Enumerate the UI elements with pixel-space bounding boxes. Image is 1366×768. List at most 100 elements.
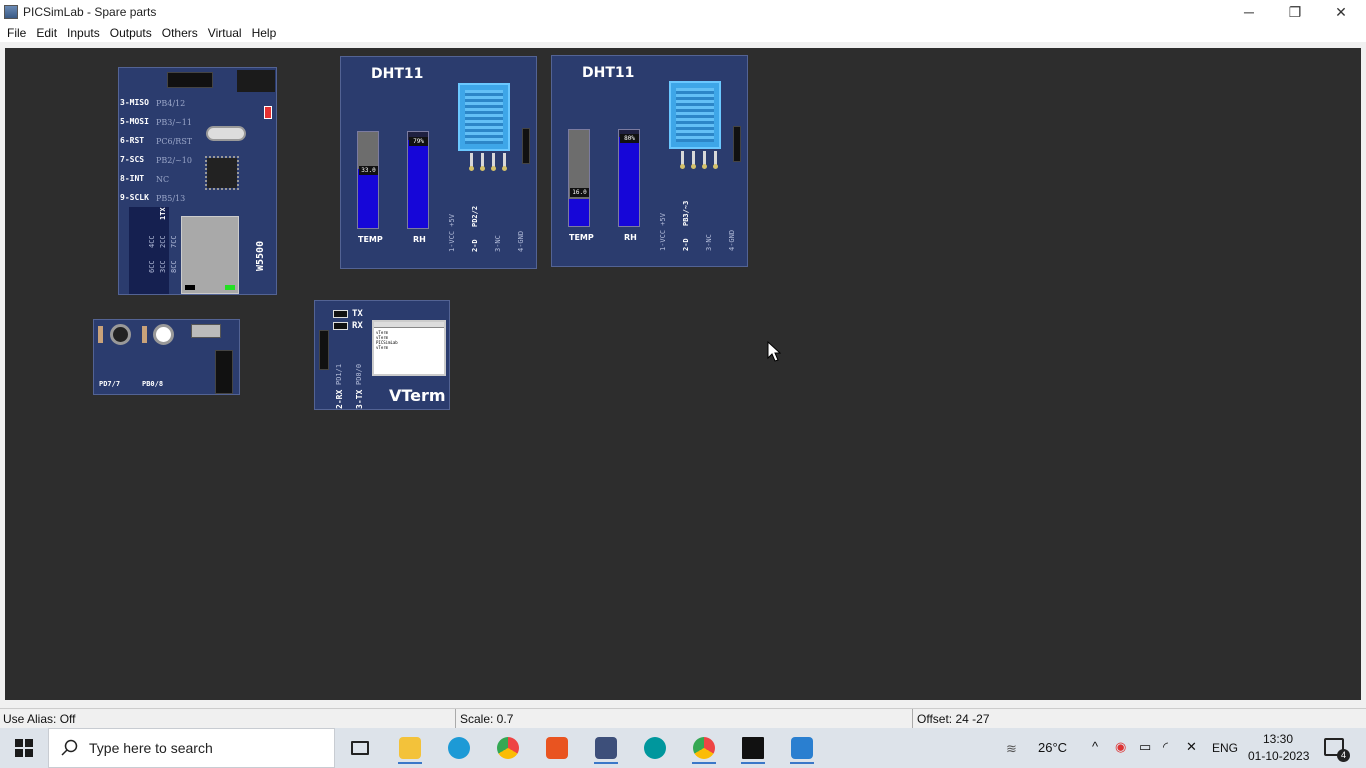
header-connector [167,72,213,88]
button-label: PB0/8 [142,380,164,388]
speaker-muted-icon[interactable]: ✕ [1186,739,1197,755]
menu-help[interactable]: Help [247,26,282,40]
menu-edit[interactable]: Edit [31,26,62,40]
wifi-icon[interactable]: ◜ [1163,739,1168,755]
chevron-up-icon[interactable]: ^ [1092,739,1098,754]
picsimlab-button[interactable] [590,732,622,764]
jack-led [185,285,195,290]
menu-outputs[interactable]: Outputs [105,26,157,40]
rh-value: 80% [620,134,639,143]
rh-slider[interactable]: 80% [618,129,640,227]
pin-header-side [129,207,169,294]
pin-data-port: PD2/2 [471,205,479,227]
start-button[interactable] [8,732,40,764]
pin-header [522,128,530,164]
clock-time[interactable]: 13:30 [1263,732,1293,746]
side-pin: 4CC [148,235,156,248]
picsimlab-icon [595,737,617,759]
w5500-pin-sub: PB3/~11 [156,118,192,127]
vterm-part[interactable]: TX RX vTerm vTerm PICSimLab vTerm 2-RX P… [314,300,450,410]
menu-file[interactable]: File [2,26,31,40]
rx-pin: 2-RX [335,389,344,409]
screen-line: vTerm [376,345,389,350]
pin-vcc: 1-VCC +5V [448,214,456,252]
battery-icon[interactable]: ▭ [1139,739,1151,755]
pin-nc: 3-NC [705,234,713,251]
pin-data: 2-D [471,239,479,252]
led-indicator [264,106,272,119]
language-indicator[interactable]: ENG [1212,741,1238,755]
side-pin: 1TX [159,207,167,220]
windows-icon [15,739,33,757]
sensor-pins [679,151,723,169]
status-scale: Scale: 0.7 [460,712,514,726]
side-pin: 8CC [170,260,178,273]
jack-led [225,285,235,290]
terminal-button[interactable] [737,732,769,764]
tx-label: TX [352,309,363,319]
w5500-name: W5500 [255,240,266,271]
dht11-part[interactable]: DHT11 16.0 TEMP 80% RH 1-VCC +5V 2-D PB3… [551,55,748,267]
temp-label: TEMP [569,233,594,242]
button-pd7[interactable] [110,324,131,345]
app-icon [4,5,18,19]
w5500-pin-label: 7-SCS [120,155,145,164]
rh-label: RH [413,235,426,244]
pin-nc: 3-NC [494,235,502,252]
rx-pin-sub: PD1/1 [335,363,343,385]
task-view-button[interactable] [344,732,376,764]
button-pb0[interactable] [153,324,174,345]
tx-led [333,310,348,318]
rx-led [333,322,348,330]
pin-header [733,126,741,162]
ubuntu-button[interactable] [541,732,573,764]
status-bar: Use Alias: Off Scale: 0.7 Offset: 24 -27 [0,708,1366,729]
switch-toggle[interactable] [191,324,221,338]
parts-workspace[interactable]: 3-MISO PB4/12 5-MOSI PB3/~11 6-RST PC6/R… [5,48,1361,700]
menu-inputs[interactable]: Inputs [62,26,105,40]
push-buttons-part[interactable]: PD7/7 PB0/8 [93,319,240,395]
clock-date[interactable]: 01-10-2023 [1248,749,1309,763]
resistor [142,326,147,343]
taskbar-search[interactable]: Type here to search [48,728,335,768]
weather-temp[interactable]: 26°C [1038,740,1067,755]
terminal-screen: vTerm vTerm PICSimLab vTerm [372,320,446,376]
record-icon[interactable]: ◉ [1115,739,1126,755]
close-button[interactable]: ✕ [1318,0,1364,24]
w5500-pin-label: 5-MOSI [120,117,149,126]
notification-center-icon[interactable]: 4 [1324,738,1350,762]
chip-icon [205,156,239,190]
temp-label: TEMP [358,235,383,244]
dht11-sensor-icon [669,81,721,149]
chrome-button[interactable] [492,732,524,764]
file-explorer-button[interactable] [394,732,426,764]
minimize-button[interactable]: ─ [1226,0,1272,24]
search-icon [61,739,78,756]
arduino-button[interactable] [639,732,671,764]
title-bar: PICSimLab - Spare parts ─ ❐ ✕ [0,0,1366,24]
edge-button[interactable] [443,732,475,764]
temp-slider[interactable]: 33.0 [357,131,379,229]
restore-button[interactable]: ❐ [1272,0,1318,24]
edge-icon [448,737,470,759]
photos-button[interactable] [786,732,818,764]
w5500-part[interactable]: 3-MISO PB4/12 5-MOSI PB3/~11 6-RST PC6/R… [118,67,277,295]
pin-data-port: PB3/~3 [682,200,690,226]
side-pin: 3CC [159,260,167,273]
button-label: PD7/7 [99,380,121,388]
rh-slider[interactable]: 79% [407,131,429,229]
wind-icon: ≋ [1006,741,1017,756]
menu-virtual[interactable]: Virtual [203,26,247,40]
chrome-button[interactable] [688,732,720,764]
pin-vcc: 1-VCC +5V [659,213,667,251]
dht11-part[interactable]: DHT11 33.0 TEMP 79% RH 1-VCC +5V 2-D PD2… [340,56,537,269]
temp-slider[interactable]: 16.0 [568,129,590,227]
chrome-icon [497,737,519,759]
w5500-pin-sub: NC [156,175,170,184]
w5500-pin-label: 8-INT [120,174,145,183]
window-title: PICSimLab - Spare parts [23,5,157,19]
menu-bar: File Edit Inputs Outputs Others Virtual … [0,24,1366,42]
side-pin: 6CC [148,260,156,273]
menu-others[interactable]: Others [157,26,203,40]
w5500-pin-label: 3-MISO [120,98,149,107]
